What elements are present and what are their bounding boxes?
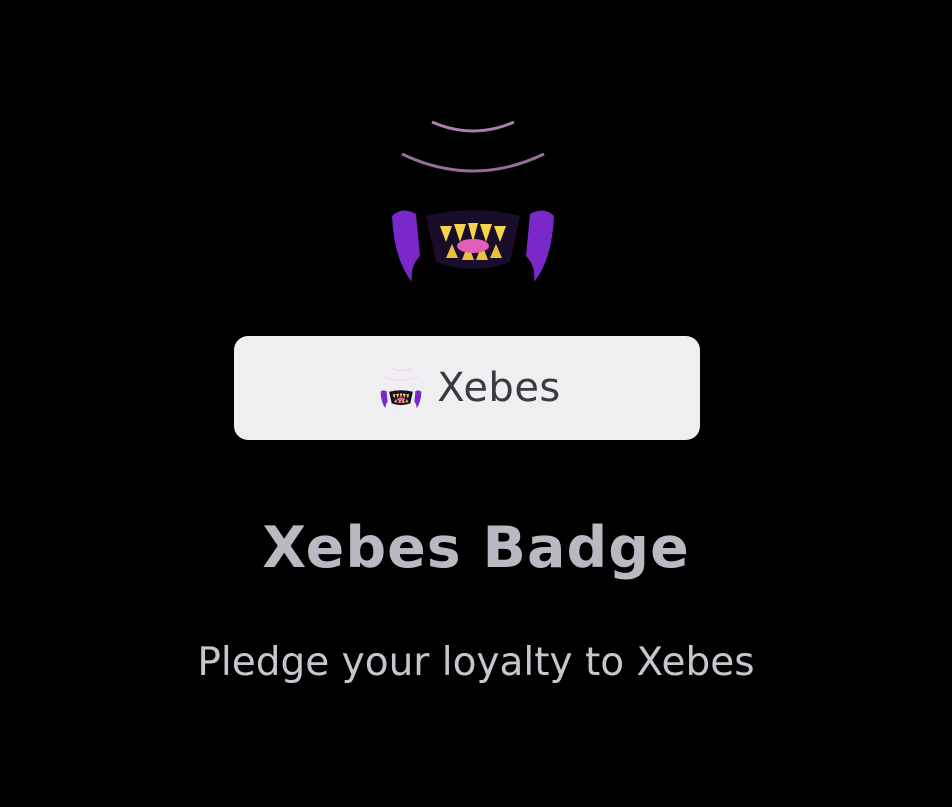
badge-subtitle: Pledge your loyalty to Xebes — [197, 640, 755, 685]
badge-title: Xebes Badge — [262, 515, 690, 581]
badge-pill: Xebes — [234, 336, 700, 440]
xebes-emblem-small-icon — [373, 360, 429, 416]
xebes-emblem-icon — [362, 92, 584, 310]
badge-pill-label: Xebes — [437, 365, 561, 411]
